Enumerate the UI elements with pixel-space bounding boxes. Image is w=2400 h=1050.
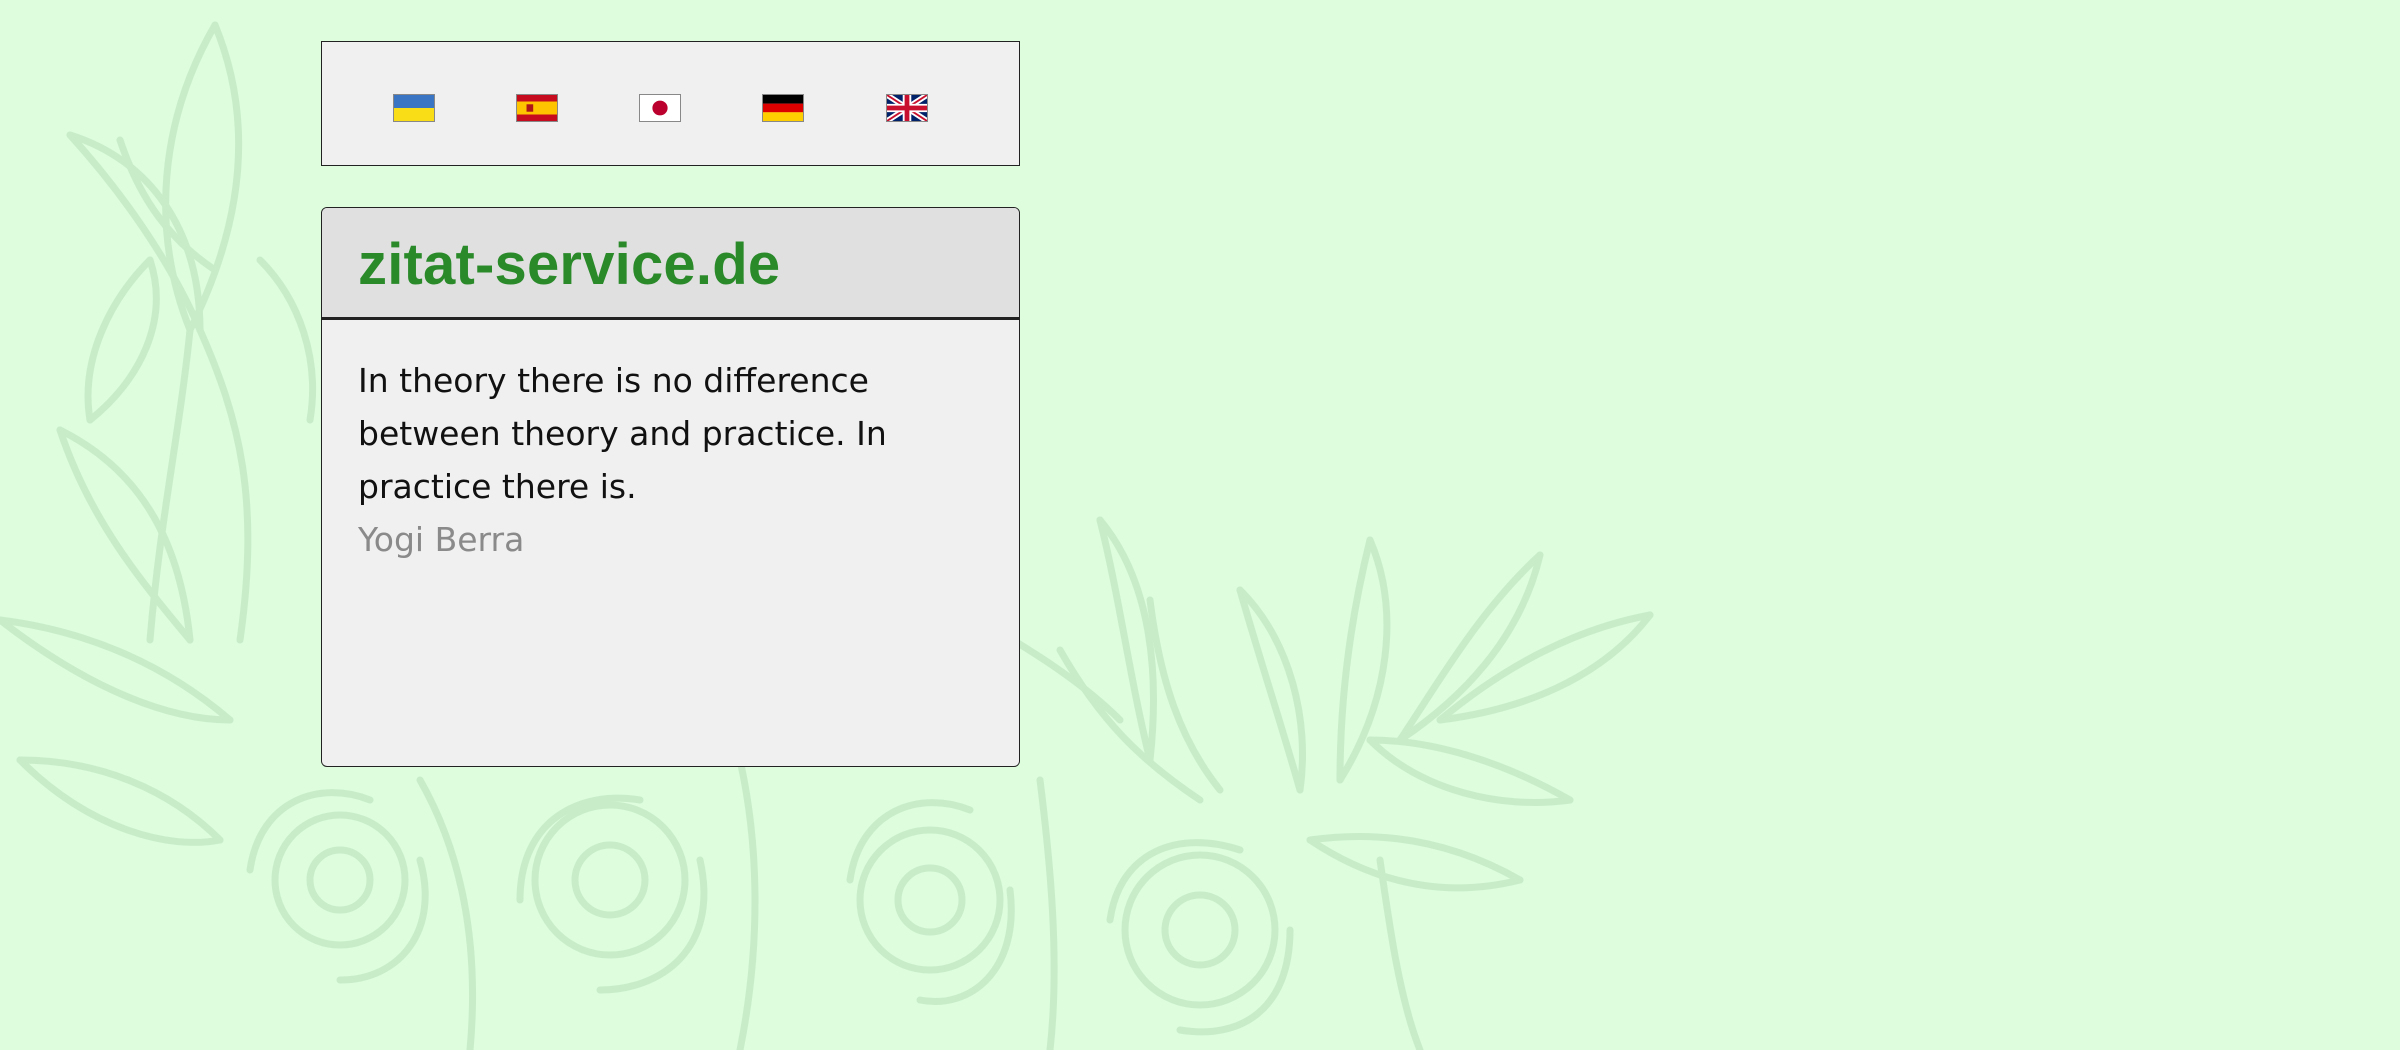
germany-flag-icon[interactable] [762,94,804,122]
quote-card: zitat-service.de In theory there is no d… [321,207,1020,767]
quote-author[interactable]: Yogi Berra [358,513,983,566]
language-bar [321,41,1020,166]
card-header: zitat-service.de [322,208,1019,320]
japan-flag-icon[interactable] [639,94,681,122]
ukraine-flag-icon[interactable] [393,94,435,122]
quote-text: In theory there is no difference between… [358,361,887,506]
site-title-link[interactable]: zitat-service.de [358,227,780,298]
uk-flag-icon[interactable] [886,94,928,122]
card-body: In theory there is no difference between… [322,320,1019,566]
spain-flag-icon[interactable] [516,94,558,122]
